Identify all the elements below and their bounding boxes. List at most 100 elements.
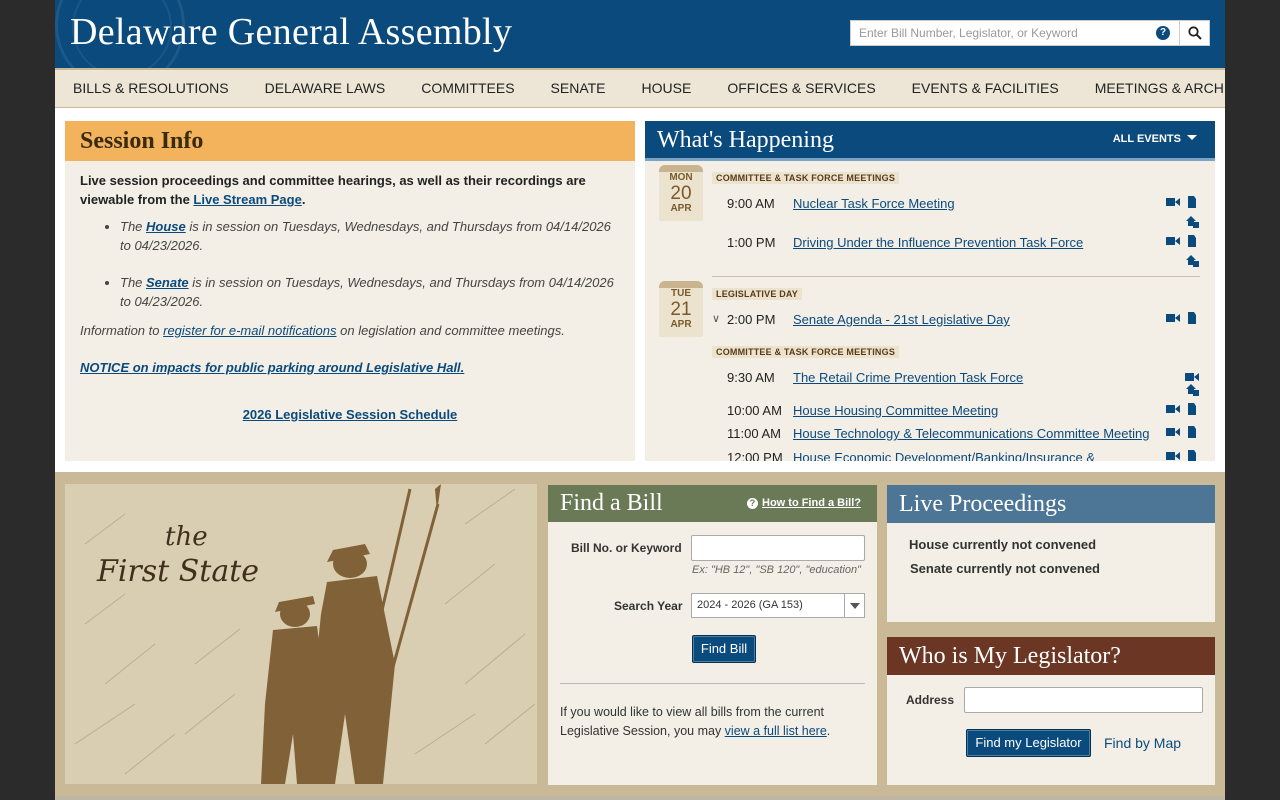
- search-year-label: Search Year: [614, 599, 683, 613]
- nav-item-senate[interactable]: SENATE: [551, 70, 606, 107]
- location-icon[interactable]: [1185, 254, 1200, 267]
- nav-item-offices[interactable]: OFFICES & SERVICES: [727, 70, 875, 107]
- event-time: 1:00 PM: [727, 235, 776, 250]
- nav-item-meetings[interactable]: MEETINGS & ARCHIVES: [1095, 70, 1225, 107]
- session-info-title: Session Info: [80, 128, 204, 154]
- document-icon[interactable]: [1185, 403, 1199, 415]
- session-intro: Live session proceedings and committee h…: [80, 171, 620, 209]
- help-icon[interactable]: ?: [1156, 26, 1170, 40]
- nav-item-committees[interactable]: COMMITTEES: [421, 70, 514, 107]
- chevron-down-icon[interactable]: ∨: [712, 312, 720, 325]
- search-year-select[interactable]: 2024 - 2026 (GA 153): [691, 593, 865, 618]
- document-icon[interactable]: [1185, 450, 1199, 461]
- document-icon[interactable]: [1185, 312, 1199, 324]
- search-icon: [1188, 26, 1202, 40]
- full-list-suffix: .: [826, 724, 831, 738]
- address-input[interactable]: [964, 687, 1203, 713]
- nav-item-laws[interactable]: DELAWARE LAWS: [265, 70, 386, 107]
- event-link[interactable]: House Technology & Telecommunications Co…: [793, 426, 1149, 441]
- chevron-down-icon: [844, 594, 864, 617]
- bill-keyword-hint: Ex: "HB 12", "SB 120", "education": [692, 564, 861, 576]
- document-icon[interactable]: [1185, 196, 1199, 208]
- illustration-title-line1: the: [165, 522, 208, 552]
- event-icons: [1166, 312, 1199, 324]
- event-icons: [1166, 235, 1199, 247]
- house-prefix: The: [120, 219, 147, 234]
- info-prefix: Information to: [80, 323, 164, 338]
- event-link[interactable]: Driving Under the Influence Prevention T…: [793, 235, 1083, 250]
- who-is-my-legislator-header: Who is My Legislator?: [887, 637, 1215, 675]
- category-label: COMMITTEE & TASK FORCE MEETINGS: [712, 172, 900, 184]
- email-notification-info: Information to register for e-mail notif…: [80, 321, 620, 340]
- date-badge: MON 20 APR: [659, 165, 703, 221]
- site-title[interactable]: Delaware General Assembly: [70, 10, 512, 54]
- parking-notice: NOTICE on impacts for public parking aro…: [80, 358, 620, 377]
- video-icon[interactable]: [1166, 196, 1180, 208]
- search-input[interactable]: [851, 21, 1176, 45]
- bill-keyword-input[interactable]: [691, 535, 865, 561]
- event-time: 9:30 AM: [727, 370, 775, 385]
- senate-session-item: The Senate is in session on Tuesdays, We…: [120, 273, 620, 311]
- nav-item-house[interactable]: HOUSE: [642, 70, 692, 107]
- find-my-legislator-button[interactable]: Find my Legislator: [966, 729, 1091, 757]
- document-icon[interactable]: [1185, 235, 1199, 247]
- date-day: 21: [670, 299, 692, 320]
- nav-item-bills[interactable]: BILLS & RESOLUTIONS: [73, 70, 229, 107]
- event-link[interactable]: House Economic Development/Banking/Insur…: [793, 450, 1095, 461]
- live-proceedings-title: Live Proceedings: [899, 491, 1067, 517]
- senate-link[interactable]: Senate: [146, 275, 189, 290]
- video-icon[interactable]: [1166, 426, 1180, 438]
- parking-notice-link[interactable]: NOTICE on impacts for public parking aro…: [80, 360, 464, 375]
- find-bill-button[interactable]: Find Bill: [692, 635, 756, 663]
- event-time: 11:00 AM: [727, 426, 781, 441]
- category-label: LEGISLATIVE DAY: [712, 288, 803, 300]
- caret-down-icon: [1187, 135, 1197, 140]
- help-icon: ?: [747, 498, 758, 509]
- location-icon[interactable]: [1185, 383, 1200, 396]
- event-link[interactable]: Senate Agenda - 21st Legislative Day: [793, 312, 1010, 327]
- session-info-body: Live session proceedings and committee h…: [65, 161, 635, 434]
- footer-rule: [55, 796, 1225, 800]
- senate-prefix: The: [120, 275, 147, 290]
- who-is-my-legislator-panel: Who is My Legislator? Address Find my Le…: [887, 637, 1215, 785]
- event-link[interactable]: House Housing Committee Meeting: [793, 403, 998, 418]
- whats-happening-panel: What's Happening ALL EVENTS MON 20 APR C…: [645, 121, 1215, 461]
- full-list-text: If you would like to view all bills from…: [560, 703, 865, 741]
- event-icons: [1166, 196, 1199, 208]
- session-info-header: Session Info: [65, 121, 635, 161]
- find-bill-header: Find a Bill ? How to Find a Bill?: [548, 485, 877, 522]
- category-label: COMMITTEE & TASK FORCE MEETINGS: [712, 346, 900, 358]
- house-link[interactable]: House: [146, 219, 186, 234]
- all-events-dropdown[interactable]: ALL EVENTS: [1113, 133, 1197, 145]
- live-proceedings-panel: Live Proceedings House currently not con…: [887, 485, 1215, 622]
- date-day: 20: [670, 183, 692, 204]
- find-by-map-link[interactable]: Find by Map: [1104, 735, 1181, 751]
- full-list-link[interactable]: view a full list here: [725, 724, 827, 738]
- event-link[interactable]: Nuclear Task Force Meeting: [793, 196, 955, 211]
- senate-session-text: is in session on Tuesdays, Wednesdays, a…: [120, 275, 614, 309]
- page: Delaware General Assembly ? BILLS & RESO…: [55, 0, 1225, 800]
- document-icon[interactable]: [1185, 426, 1199, 438]
- video-icon[interactable]: [1166, 450, 1180, 461]
- location-icon[interactable]: [1185, 215, 1200, 228]
- all-events-label: ALL EVENTS: [1112, 133, 1181, 145]
- event-link[interactable]: The Retail Crime Prevention Task Force: [793, 370, 1023, 385]
- session-schedule: 2026 Legislative Session Schedule: [80, 405, 620, 424]
- site-search: ?: [850, 20, 1210, 46]
- session-info-panel: Session Info Live session proceedings an…: [65, 121, 635, 461]
- video-icon[interactable]: [1166, 403, 1180, 415]
- search-button[interactable]: [1179, 21, 1209, 45]
- video-icon[interactable]: [1185, 371, 1199, 383]
- video-icon[interactable]: [1166, 312, 1180, 324]
- event-time: 9:00 AM: [727, 196, 775, 211]
- info-suffix: on legislation and committee meetings.: [336, 323, 565, 338]
- event-icons: [1166, 450, 1199, 461]
- nav-item-events[interactable]: EVENTS & FACILITIES: [912, 70, 1059, 107]
- session-schedule-link[interactable]: 2026 Legislative Session Schedule: [243, 407, 458, 422]
- email-notifications-link[interactable]: register for e-mail notifications: [163, 323, 336, 338]
- event-time: 12:00 PM: [727, 450, 783, 461]
- find-bill-divider: [560, 683, 865, 684]
- how-to-find-bill-link[interactable]: ? How to Find a Bill?: [747, 497, 861, 509]
- video-icon[interactable]: [1166, 235, 1180, 247]
- live-stream-link[interactable]: Live Stream Page: [193, 192, 301, 207]
